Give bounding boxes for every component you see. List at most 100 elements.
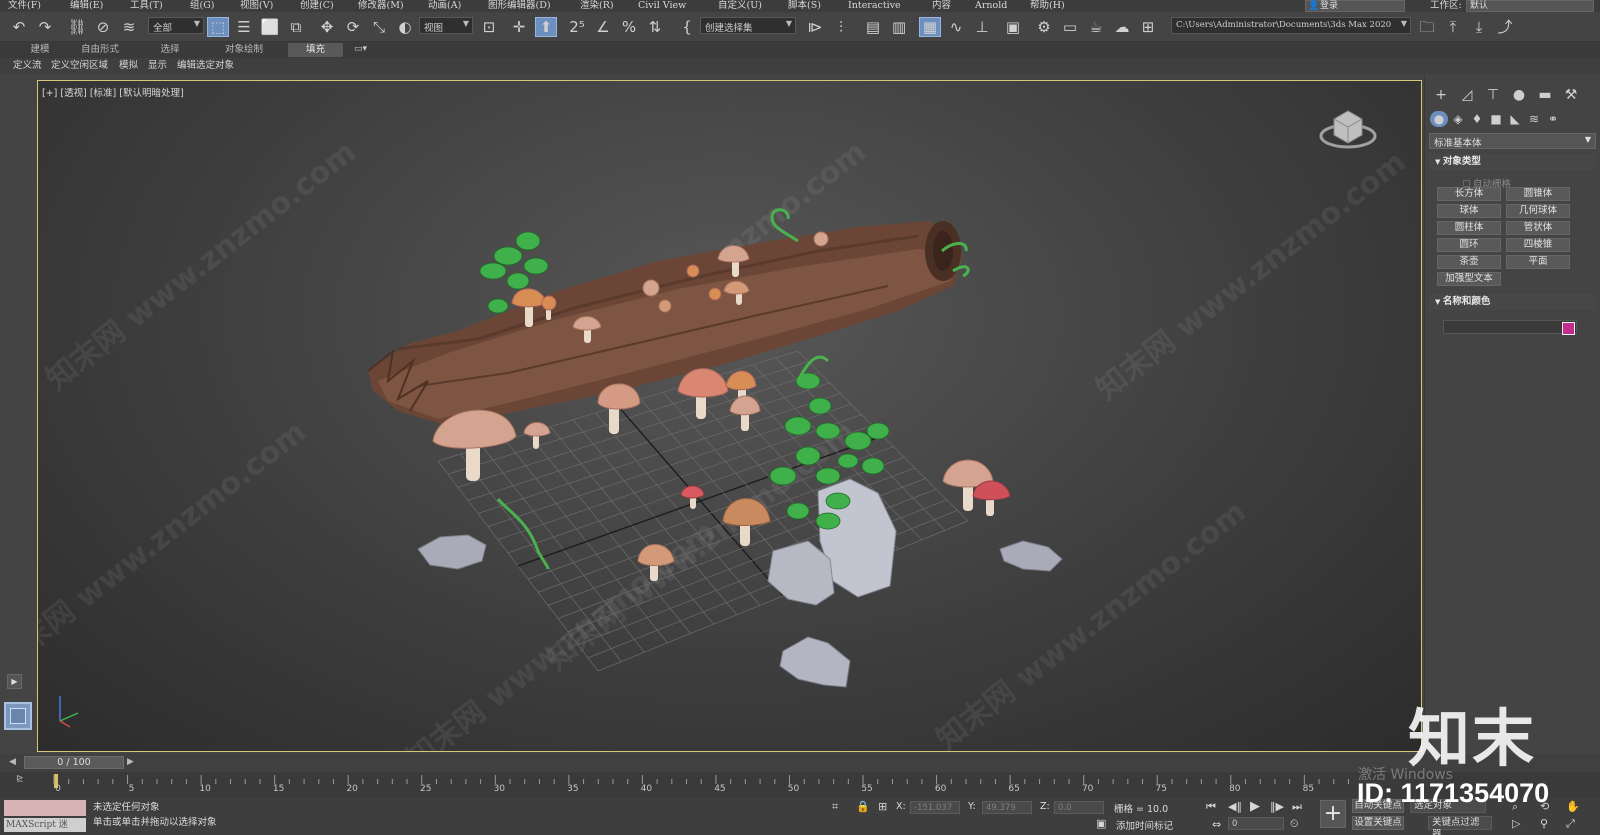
reference-coord-dropdown[interactable]: 视图 ▼ (419, 17, 473, 34)
key-filters-button[interactable]: 关键点过滤器... (1428, 816, 1492, 835)
align-icon[interactable]: ⫶ (830, 17, 852, 37)
space-warps-icon[interactable]: ≋ (1525, 111, 1543, 127)
motion-tab-icon[interactable]: ● (1509, 86, 1529, 104)
maxscript-label[interactable]: MAXScript 迷 (4, 818, 86, 832)
rendered-frame-icon[interactable]: ▭ (1059, 17, 1081, 37)
place-icon[interactable]: ◐ (394, 17, 416, 37)
pivot-center-icon[interactable]: ⊡ (478, 17, 500, 37)
selection-filter-dropdown[interactable]: 全部 ▼ (148, 17, 204, 34)
material-editor-icon[interactable]: ▣ (1002, 17, 1024, 37)
key-mode-icon[interactable]: ⇔ (1212, 818, 1221, 831)
sphere-button[interactable]: 球体 (1437, 204, 1501, 218)
menu-create[interactable]: 创建(C) (300, 0, 334, 11)
menu-view[interactable]: 视图(V) (240, 0, 273, 11)
hierarchy-tab-icon[interactable]: ⊤ (1483, 86, 1503, 104)
field-of-view-icon[interactable]: ▷ (1512, 817, 1520, 830)
add-time-tag-button[interactable]: 添加时间标记 (1116, 818, 1173, 832)
prev-frame-icon[interactable]: ◀ (9, 757, 16, 767)
render-setup-icon[interactable]: ⚙ (1033, 17, 1055, 37)
tab-selection[interactable]: 选择 (150, 43, 190, 57)
project-upload-icon[interactable]: ⤴ (1494, 17, 1516, 37)
login-dropdown[interactable]: 👤 登录 (1305, 0, 1405, 12)
tube-button[interactable]: 管状体 (1506, 221, 1570, 235)
next-key-icon[interactable]: ‖▶ (1270, 800, 1284, 813)
y-coordinate-field[interactable]: 49.379 (982, 801, 1032, 814)
isolate-selection-icon[interactable]: ⌗ (832, 800, 838, 814)
link-icon[interactable]: ⛓ (66, 17, 88, 37)
menu-graph-editors[interactable]: 图形编辑器(D) (488, 0, 551, 11)
torus-button[interactable]: 圆环 (1437, 238, 1501, 252)
rectangle-selection-icon[interactable]: ⬜ (259, 17, 281, 37)
systems-icon[interactable]: ⚭ (1544, 111, 1562, 127)
mirror-icon[interactable]: ⧐ (804, 17, 826, 37)
define-idle-areas-button[interactable]: 定义空闲区域 (51, 59, 108, 73)
selection-lock-icon[interactable]: 🔒 (856, 800, 870, 813)
display-tab-icon[interactable]: ▬ (1535, 86, 1555, 104)
menu-edit[interactable]: 编辑(E) (70, 0, 103, 11)
ribbon-options-icon[interactable]: ▭▾ (354, 44, 367, 54)
object-category-dropdown[interactable]: 标准基本体 ▼ (1429, 133, 1596, 149)
geosphere-button[interactable]: 几何球体 (1506, 204, 1570, 218)
edit-named-selection-icon[interactable]: { (676, 17, 698, 37)
maxscript-listener[interactable] (4, 800, 86, 816)
geometry-icon[interactable]: ● (1430, 111, 1448, 127)
time-config-icon[interactable]: ⏲ (1290, 817, 1299, 831)
absolute-mode-icon[interactable]: ⊞ (878, 800, 887, 813)
set-key-large-icon[interactable]: + (1320, 800, 1346, 828)
viewport-label[interactable]: [+] [透视] [标准] [默认明暗处理] (42, 85, 184, 99)
object-name-input[interactable] (1443, 320, 1577, 334)
tab-modeling[interactable]: 建模 (20, 43, 60, 57)
time-tag-icon[interactable]: ▣ (1096, 817, 1106, 830)
time-slider-thumb[interactable]: 0 / 100 (24, 756, 124, 769)
menu-content[interactable]: 内容 (932, 0, 951, 11)
tab-freeform[interactable]: 自由形式 (72, 43, 128, 57)
menu-arnold[interactable]: Arnold (975, 0, 1007, 11)
redo-icon[interactable]: ↷ (34, 17, 56, 37)
render-a360-icon[interactable]: ⊞ (1137, 17, 1159, 37)
curve-editor-icon[interactable]: ∿ (945, 17, 967, 37)
keyboard-shortcut-override-icon[interactable]: ⬆ (535, 17, 557, 37)
cone-button[interactable]: 圆锥体 (1506, 187, 1570, 201)
pyramid-button[interactable]: 四棱锥 (1506, 238, 1570, 252)
menu-civil-view[interactable]: Civil View (638, 0, 686, 11)
project-folder-icon[interactable]: 🗀 (1416, 17, 1438, 37)
select-by-name-icon[interactable]: ☰ (233, 17, 255, 37)
scale-icon[interactable]: ⤡ (368, 17, 390, 37)
window-crossing-icon[interactable]: ⧉ (285, 17, 307, 37)
menu-scripting[interactable]: 脚本(S) (788, 0, 821, 11)
next-frame-icon[interactable]: ▶ (127, 757, 134, 767)
prev-key-icon[interactable]: ◀‖ (1228, 800, 1242, 813)
menu-help[interactable]: 帮助(H) (1030, 0, 1065, 11)
play-icon[interactable]: ▶ (1250, 799, 1260, 814)
undo-icon[interactable]: ↶ (8, 17, 30, 37)
perspective-viewport[interactable]: 知末网 www.znzmo.com 知末网 www.znzmo.com 知末网 … (37, 80, 1422, 752)
display-button[interactable]: 显示 (148, 59, 167, 73)
project-settings-icon[interactable]: ⤓ (1468, 17, 1490, 37)
menu-modifiers[interactable]: 修改器(M) (358, 0, 404, 11)
object-color-swatch[interactable] (1562, 322, 1575, 335)
unlink-icon[interactable]: ⊘ (92, 17, 114, 37)
menu-tools[interactable]: 工具(T) (130, 0, 163, 11)
workspace-dropdown[interactable]: 默认 (1466, 0, 1594, 12)
z-coordinate-field[interactable]: 0.0 (1054, 801, 1104, 814)
menu-file[interactable]: 文件(F) (8, 0, 41, 11)
simulate-button[interactable]: 模拟 (119, 59, 138, 73)
maximize-viewport-icon[interactable]: ⤢ (1566, 817, 1575, 831)
set-key-button[interactable]: 设置关键点 (1352, 816, 1404, 830)
teapot-button[interactable]: 茶壶 (1437, 255, 1501, 269)
project-path-dropdown[interactable]: C:\Users\Administrator\Documents\3ds Max… (1171, 17, 1411, 34)
name-color-rollout[interactable]: ▼ 名称和颜色 (1429, 294, 1596, 310)
lights-icon[interactable]: ♦ (1468, 111, 1486, 127)
spinner-snap-icon[interactable]: ⇅ (644, 17, 666, 37)
utilities-tab-icon[interactable]: ⚒ (1561, 86, 1581, 104)
textplus-button[interactable]: 加强型文本 (1437, 272, 1501, 286)
percent-snap-icon[interactable]: % (618, 17, 640, 37)
angle-snap-icon[interactable]: ∠ (592, 17, 614, 37)
render-production-icon[interactable]: ☕ (1085, 17, 1107, 37)
plane-button[interactable]: 平面 (1506, 255, 1570, 269)
current-frame-field[interactable]: 0 (1228, 817, 1284, 830)
menu-group[interactable]: 组(G) (190, 0, 215, 11)
menu-rendering[interactable]: 渲染(R) (580, 0, 614, 11)
schematic-view-icon[interactable]: ⊥ (971, 17, 993, 37)
object-type-rollout[interactable]: ▼ 对象类型 (1429, 154, 1596, 170)
